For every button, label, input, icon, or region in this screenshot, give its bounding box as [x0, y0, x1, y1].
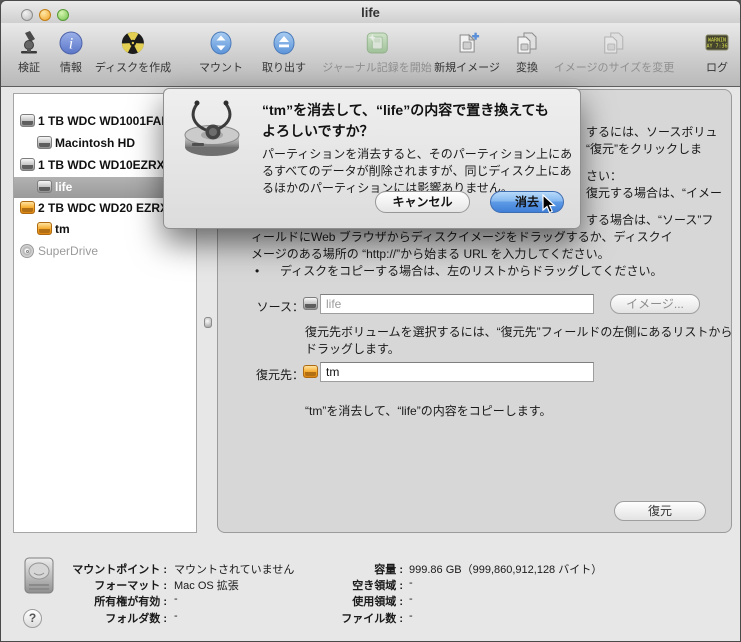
toolbar-label: 検証	[16, 59, 42, 75]
toolbar-label: ディスクを作成	[95, 59, 171, 75]
destination-field[interactable]: tm	[320, 362, 594, 382]
dialog-title-line: “tm”を消去して、“life”の内容で置き換えても	[262, 100, 572, 121]
svg-text:i: i	[69, 36, 73, 53]
dialog-body: パーティションを消去すると、そのパーティション上にあ るすべてのデータが削除され…	[262, 146, 574, 197]
info-value: -	[174, 610, 178, 622]
destination-volume-icon	[303, 365, 318, 378]
toolbar-label: 取り出す	[262, 59, 306, 75]
mount-icon	[208, 30, 234, 56]
resize-image-icon	[601, 30, 627, 56]
toolbar-label: マウント	[199, 59, 243, 75]
optical-drive-icon	[20, 244, 34, 258]
mouse-cursor	[542, 194, 558, 214]
bullet: •	[255, 264, 259, 279]
eject-icon	[271, 30, 297, 56]
journal-disk-icon	[364, 30, 390, 56]
info-value: -	[409, 593, 413, 605]
restore-instructions-line: メージのある場所の “http://”から始まる URL を入力してください。	[251, 247, 610, 262]
dialog-title-line: よろしいですか？	[262, 121, 572, 142]
volume-info-bar: ? マウントポイント :マウントされていません フォーマット :Mac OS 拡…	[1, 533, 740, 642]
toolbar-mount-button[interactable]: マウント	[199, 30, 243, 75]
destination-label: 復元先：	[242, 366, 304, 383]
disk-utility-window: life 検証 i 情報	[0, 0, 741, 642]
source-volume-icon	[303, 297, 318, 310]
info-value: Mac OS 拡張	[174, 577, 239, 593]
info-label: フォルダ数 :	[1, 610, 167, 626]
restore-instructions-line: ィールドにWeb ブラウザからディスクイメージをドラッグするか、ディスクイ	[251, 230, 673, 245]
destination-help-line: ドラッグします。	[305, 342, 400, 357]
restore-instructions-fragment: する場合は、“ソース”フ	[586, 213, 713, 228]
log-icon: WARNIN AY 7:36	[704, 30, 730, 56]
info-value: -	[174, 593, 178, 605]
destination-help-line: 復元先ボリュームを選択するには、“復元先”フィールドの左側にあるリストから	[305, 325, 732, 340]
source-label: ソース：	[242, 298, 304, 315]
restore-instructions-fragment: 復元する場合は、“イメー	[586, 186, 722, 201]
toolbar-label: 変換	[514, 59, 540, 75]
restore-summary: “tm”を消去して、“life”の内容をコピーします。	[305, 404, 552, 419]
info-label: 使用領域 :	[281, 593, 403, 609]
restore-instructions-fragment: するには、ソースボリュ	[586, 125, 717, 140]
toolbar-log-button[interactable]: WARNIN AY 7:36 ログ	[704, 30, 730, 75]
toolbar-new-image-button[interactable]: 新規イメージ	[434, 30, 500, 75]
image-button[interactable]: イメージ...	[610, 294, 700, 314]
dialog-body-line: パーティションを消去すると、そのパーティション上にあ	[262, 146, 574, 163]
hard-disk-icon	[20, 114, 35, 127]
burn-icon	[120, 30, 146, 56]
list-item-superdrive[interactable]: SuperDrive	[14, 241, 196, 262]
svg-text:AY 7:36: AY 7:36	[706, 44, 727, 50]
external-disk-icon	[20, 201, 35, 214]
dialog-title: “tm”を消去して、“life”の内容で置き換えても よろしいですか？	[262, 100, 572, 142]
info-label: マウントポイント :	[1, 561, 167, 577]
toolbar: 検証 i 情報 ディスクを作成	[1, 23, 740, 87]
erase-confirmation-dialog: “tm”を消去して、“life”の内容で置き換えても よろしいですか？ パーティ…	[163, 88, 581, 229]
toolbar-eject-button[interactable]: 取り出す	[262, 30, 306, 75]
toolbar-convert-button[interactable]: 変換	[514, 30, 540, 75]
cancel-button[interactable]: キャンセル	[375, 191, 470, 213]
info-value: -	[409, 577, 413, 589]
new-image-icon	[454, 30, 480, 56]
microscope-icon	[16, 30, 42, 56]
volume-icon	[37, 136, 52, 149]
info-icon: i	[58, 30, 84, 56]
restore-button[interactable]: 復元	[614, 501, 706, 521]
restore-instructions-fragment: “復元”をクリックしま	[586, 142, 702, 157]
info-value: 999.86 GB（999,860,912,128 バイト）	[409, 561, 602, 577]
splitter-handle[interactable]	[204, 317, 212, 328]
disk-utility-icon	[180, 97, 244, 161]
source-field[interactable]: life	[320, 294, 594, 314]
info-label: 所有権が有効 :	[1, 593, 167, 609]
window-title: life	[1, 5, 740, 20]
info-label: 空き領域 :	[281, 577, 403, 593]
restore-instructions-fragment: さい：	[586, 169, 622, 184]
hard-disk-icon	[20, 158, 35, 171]
external-volume-icon	[37, 222, 52, 235]
info-label: フォーマット :	[1, 577, 167, 593]
toolbar-label: ジャーナル記録を開始	[322, 59, 431, 75]
toolbar-label: ログ	[704, 59, 730, 75]
toolbar-label: イメージのサイズを変更	[554, 59, 674, 75]
info-label: 容量 :	[281, 561, 403, 577]
info-label: ファイル数 :	[281, 610, 403, 626]
toolbar-burn-button[interactable]: ディスクを作成	[95, 30, 171, 75]
toolbar-enable-journaling-button[interactable]: ジャーナル記録を開始	[322, 30, 431, 75]
toolbar-resize-image-button[interactable]: イメージのサイズを変更	[554, 30, 674, 75]
toolbar-label: 情報	[58, 59, 84, 75]
convert-icon	[514, 30, 540, 56]
volume-icon	[37, 180, 52, 193]
toolbar-verify-button[interactable]: 検証	[16, 30, 42, 75]
toolbar-info-button[interactable]: i 情報	[58, 30, 84, 75]
title-bar: life	[1, 1, 740, 23]
info-value: マウントされていません	[174, 561, 294, 577]
info-value: -	[409, 610, 413, 622]
dialog-body-line: るすべてのデータが削除されますが、同じディスク上にあ	[262, 163, 574, 180]
restore-instructions-line: ディスクをコピーする場合は、左のリストからドラッグしてください。	[280, 264, 662, 279]
toolbar-label: 新規イメージ	[434, 59, 500, 75]
